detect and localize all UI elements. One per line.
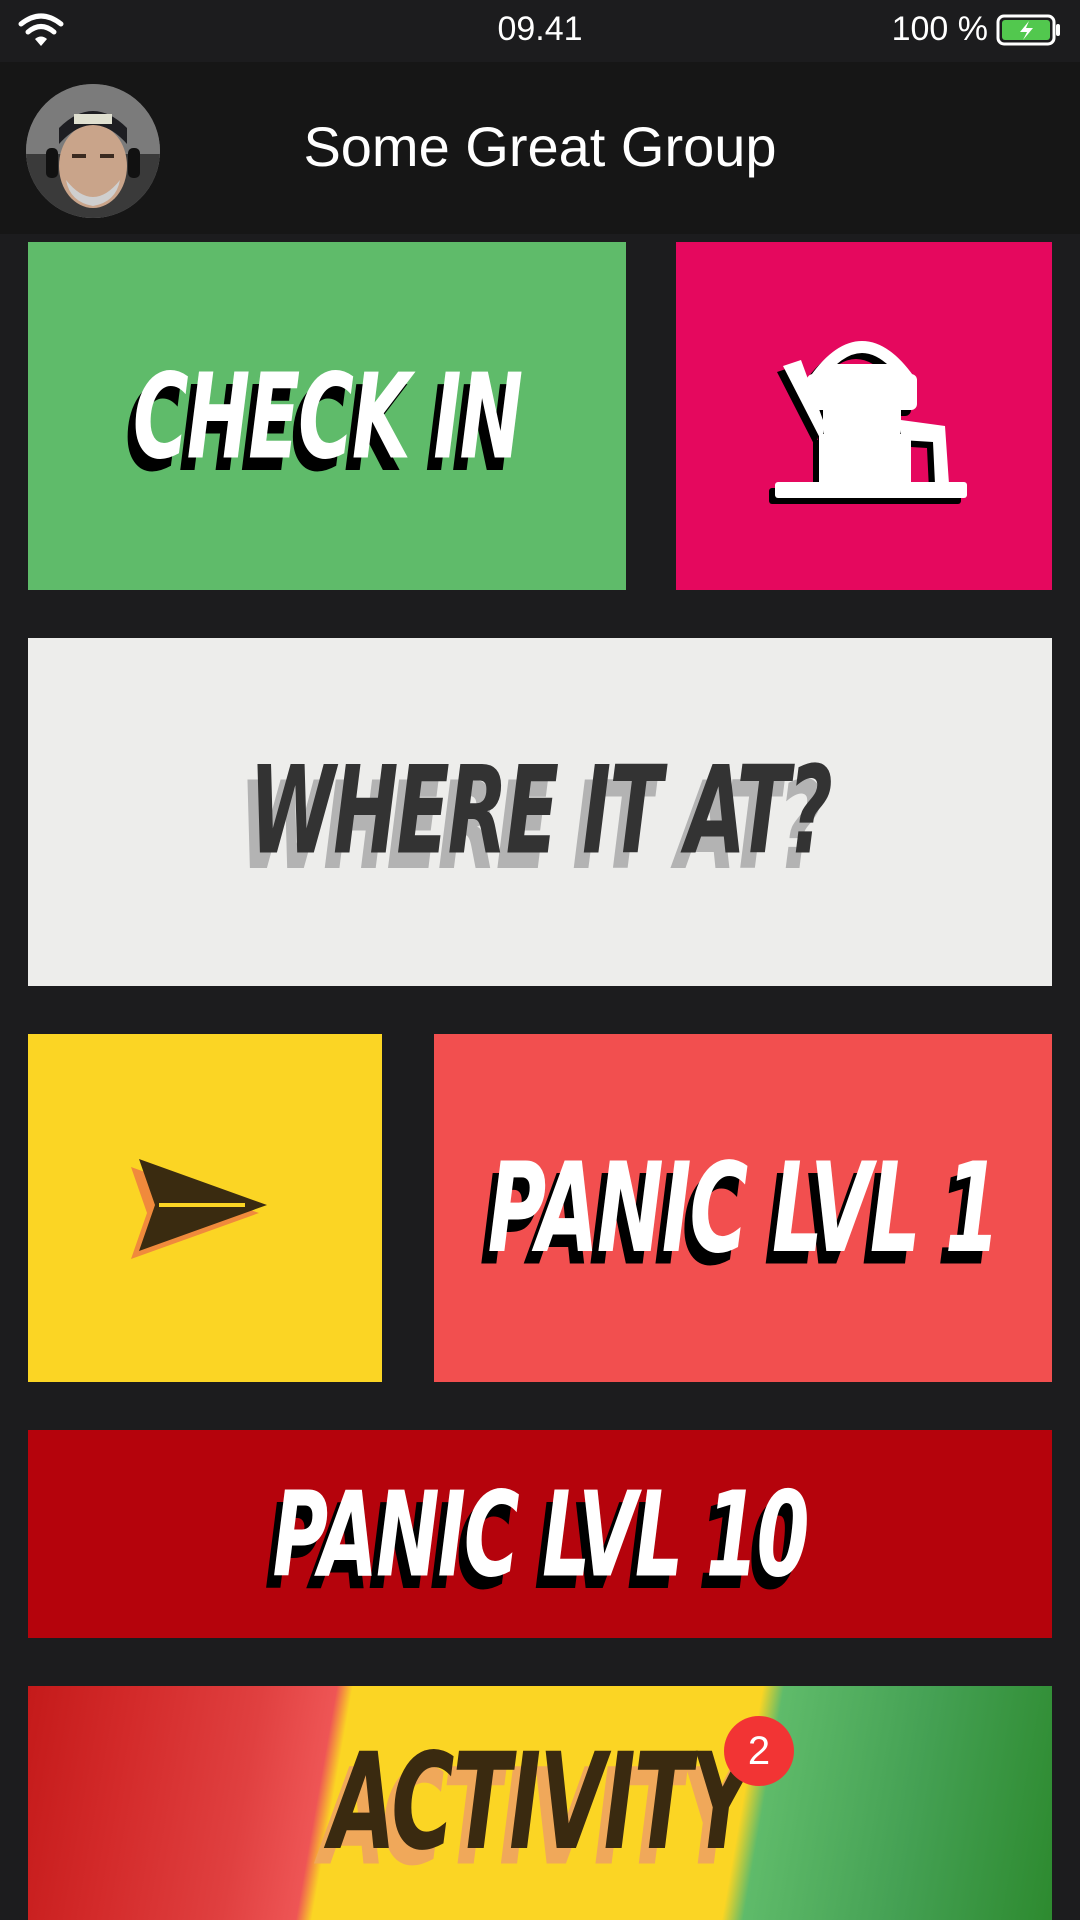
- check-in-label: CHECK IN: [132, 347, 523, 485]
- battery-percentage: 100 %: [891, 10, 988, 48]
- dj-headphones-icon: [769, 341, 967, 504]
- send-location-button[interactable]: [28, 1034, 382, 1382]
- app-screen: 09.41 100 % Some Great Group CHECK IN WH…: [0, 0, 1080, 1920]
- panic-level-10-label: PANIC LVL 10: [272, 1465, 809, 1603]
- panic-level-10-button[interactable]: PANIC LVL 10: [28, 1430, 1052, 1638]
- app-header: Some Great Group: [0, 62, 1080, 234]
- battery-charging-icon: [996, 14, 1060, 46]
- where-it-at-button[interactable]: WHERE IT AT?: [28, 638, 1052, 986]
- group-title: Some Great Group: [303, 115, 777, 178]
- where-it-at-label: WHERE IT AT?: [249, 742, 833, 882]
- panic-level-1-label: PANIC LVL 1: [487, 1135, 1001, 1281]
- status-bar: 09.41 100 %: [0, 0, 1080, 62]
- check-in-button[interactable]: CHECK IN: [28, 242, 626, 590]
- panic-level-1-button[interactable]: PANIC LVL 1: [434, 1034, 1052, 1382]
- dj-button[interactable]: [676, 242, 1052, 590]
- send-arrow-icon: [131, 1159, 267, 1259]
- activity-notification-badge: 2: [724, 1716, 794, 1786]
- activity-label: ACTIVITY: [329, 1725, 752, 1881]
- activity-button[interactable]: ACTIVITY: [28, 1686, 1052, 1920]
